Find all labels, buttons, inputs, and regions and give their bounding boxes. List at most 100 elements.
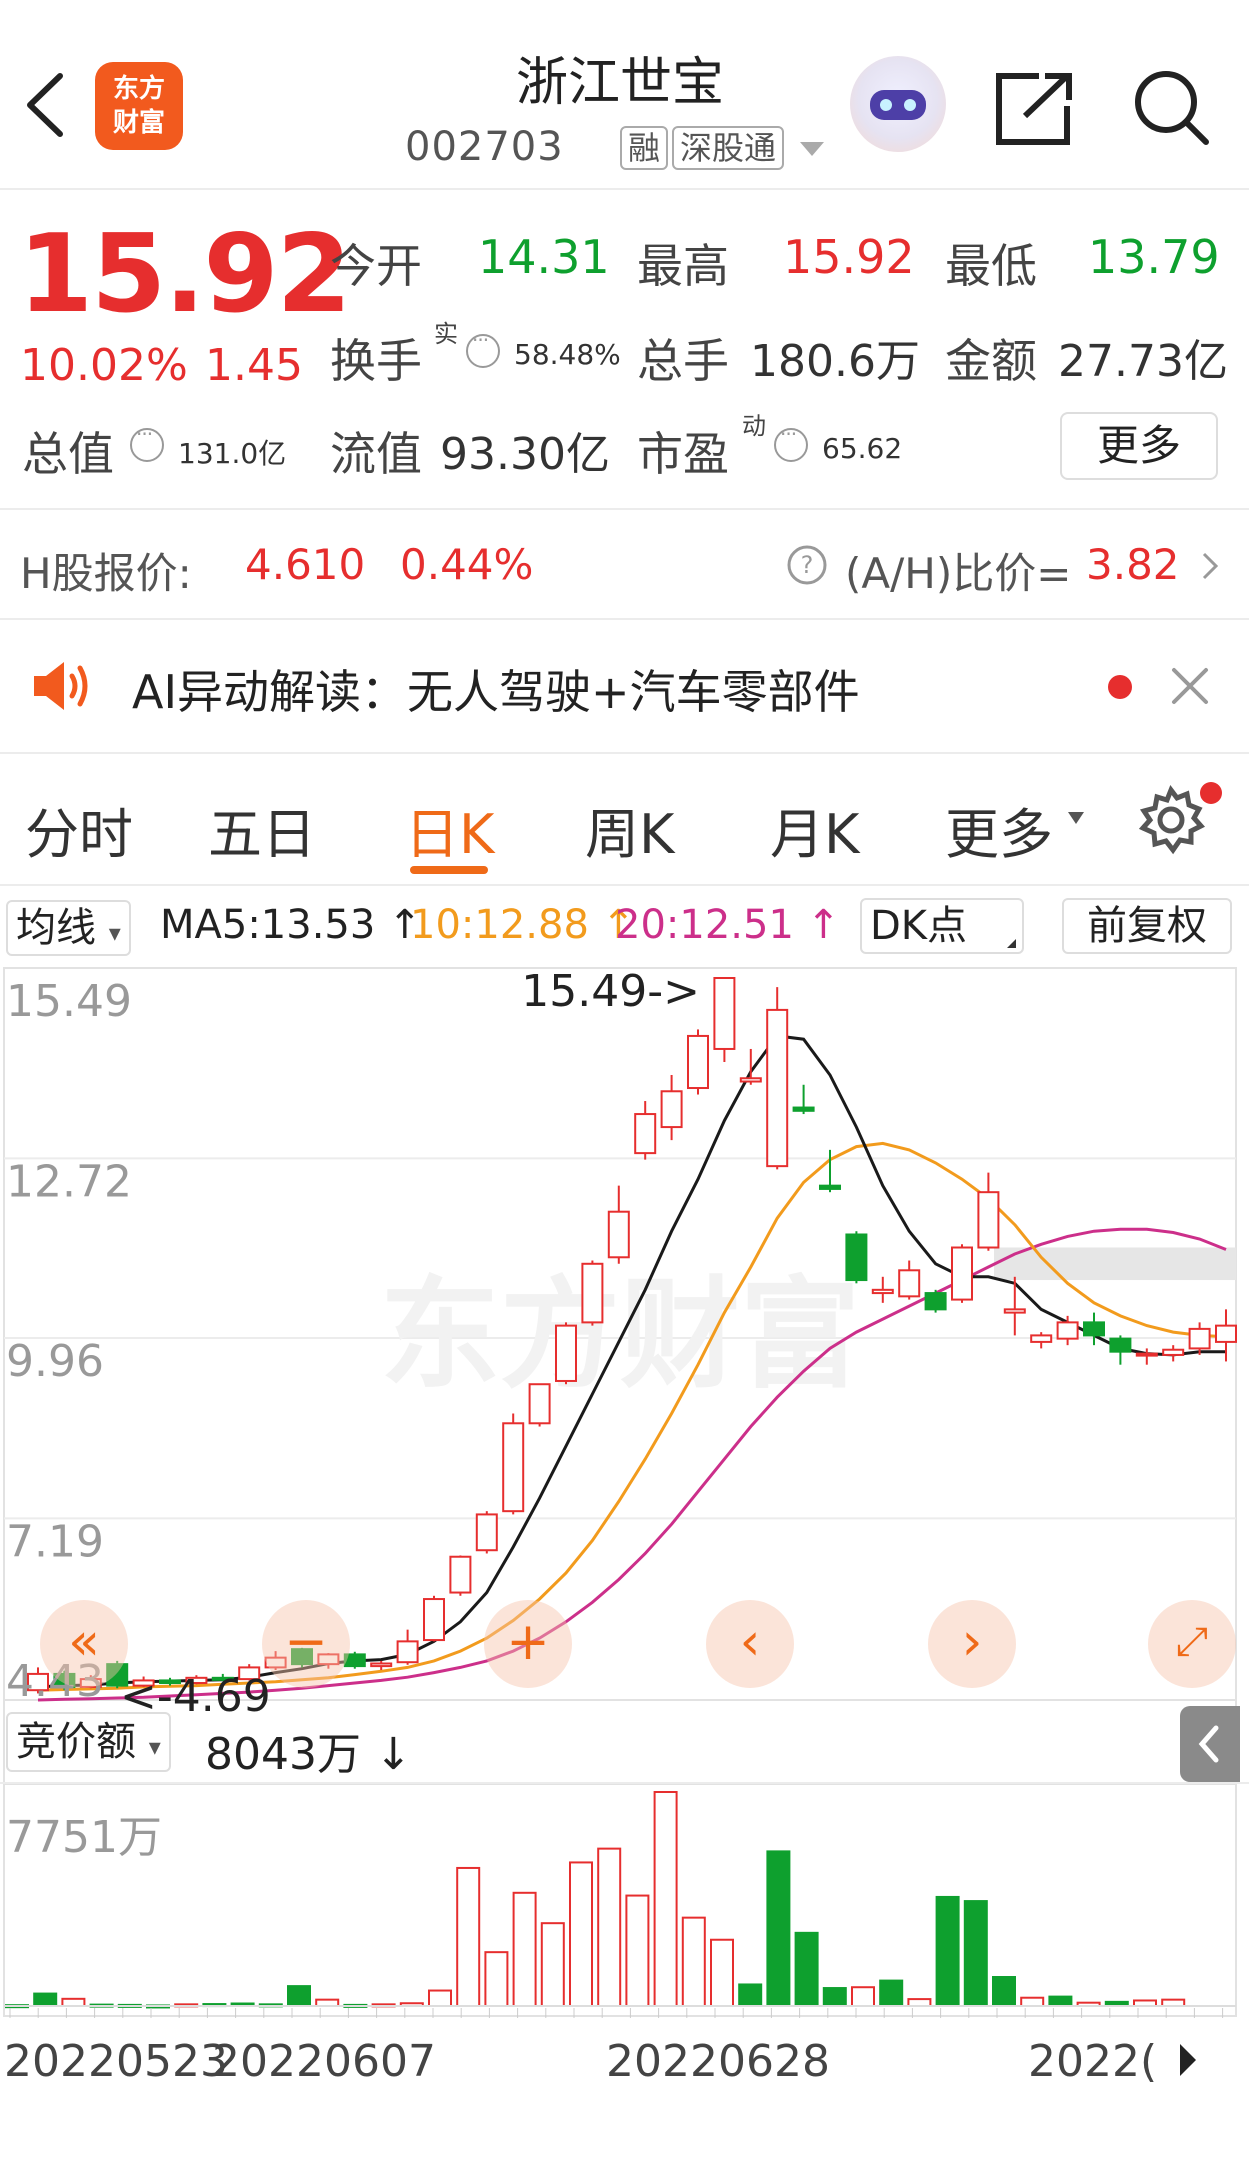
candle — [528, 1383, 551, 1427]
candle — [766, 987, 789, 1170]
caret-down-icon — [1068, 812, 1084, 824]
volume-bar — [879, 1979, 904, 2008]
ma5-label: MA5:13.53 ↑ — [160, 902, 422, 948]
h-share-label: H股报价: — [20, 549, 192, 598]
ma-select[interactable]: 均线 ▾ — [6, 900, 131, 956]
candle-body — [370, 1662, 393, 1668]
candle — [845, 1231, 868, 1284]
candle — [871, 1276, 894, 1303]
ma-select-label: 均线 — [16, 905, 96, 951]
h-share-row[interactable]: H股报价: 4.610 0.44% (A/H)比价= 3.82 — [0, 510, 1249, 620]
volume-bar — [484, 1951, 509, 2008]
h-share-percent: 0.44% — [400, 540, 534, 589]
volume-bar — [33, 1992, 58, 2008]
candle-body — [1030, 1334, 1053, 1343]
dk-point-button[interactable]: DK点 — [860, 898, 1024, 954]
corner-icon — [1007, 939, 1016, 948]
candle — [792, 1084, 815, 1115]
close-icon[interactable] — [1168, 664, 1212, 708]
tab-more[interactable]: 更多 — [945, 790, 1053, 869]
low-label: 最低 — [945, 239, 1037, 293]
candle-body — [819, 1184, 841, 1190]
active-tab-indicator — [410, 866, 488, 874]
candle-body — [449, 1555, 472, 1594]
ma10-line — [37, 1141, 1227, 1692]
back-icon[interactable] — [20, 70, 70, 140]
share-icon[interactable] — [995, 70, 1075, 146]
tab-weekly-k[interactable]: 周K — [585, 790, 674, 869]
tab-intraday[interactable]: 分时 — [25, 790, 133, 869]
candle — [475, 1511, 498, 1554]
candle-body — [1083, 1321, 1105, 1337]
more-quote-button[interactable]: 更多 — [1060, 412, 1218, 480]
candle-body — [581, 1262, 604, 1324]
volume-bar — [710, 1938, 734, 2008]
x-tick-label: 2022( — [1028, 2036, 1157, 2087]
turnover-value: 58.48% — [514, 338, 621, 371]
candle — [898, 1260, 921, 1300]
candle-body — [687, 1034, 709, 1090]
volume-select[interactable]: 竞价额 ▾ — [6, 1712, 171, 1772]
volume-bar — [738, 1983, 763, 2008]
candle — [1188, 1322, 1211, 1355]
candle — [502, 1413, 525, 1515]
expand-icon[interactable]: ⤢ — [1148, 1600, 1236, 1688]
high-label: 最高 — [637, 239, 729, 293]
change-percent: 10.02% — [20, 340, 188, 391]
side-panel-toggle[interactable] — [1180, 1706, 1240, 1782]
turnover-sup: 实 — [434, 320, 458, 348]
amount-label: 金额 — [945, 334, 1037, 388]
tab-daily-k[interactable]: 日K — [405, 790, 494, 869]
candle-body — [739, 1077, 762, 1083]
candle — [1030, 1332, 1053, 1349]
candle-body — [951, 1246, 973, 1301]
info-more-icon[interactable] — [466, 328, 500, 368]
caret-down-icon: ▾ — [108, 919, 121, 947]
cost-band — [994, 1247, 1236, 1281]
chevron-right-icon — [1202, 552, 1219, 580]
help-icon[interactable]: ? — [786, 544, 828, 586]
candle-body — [1056, 1321, 1079, 1340]
candle-body — [1003, 1308, 1026, 1314]
volume-bar — [625, 1894, 650, 2007]
volume-label: 总手 — [637, 334, 729, 388]
tab-five-day[interactable]: 五日 — [208, 790, 316, 869]
ai-assistant-icon[interactable] — [850, 56, 946, 152]
volume-bar — [287, 1985, 311, 2008]
candle-body — [1135, 1352, 1158, 1357]
gear-icon[interactable] — [1135, 784, 1207, 856]
tab-monthly-k[interactable]: 月K — [770, 790, 859, 869]
candle-body — [634, 1113, 657, 1155]
open-value: 14.31 — [478, 230, 610, 284]
y-tick-label: 15.49 — [6, 976, 132, 1027]
connect-tag: 深股通 — [672, 126, 785, 170]
scroll-left-button[interactable]: ‹ — [706, 1600, 794, 1688]
float-value: 93.30亿 — [440, 429, 610, 480]
zoom-in-button[interactable]: + — [484, 1600, 572, 1688]
candle — [396, 1629, 419, 1665]
scroll-right-button[interactable]: › — [928, 1600, 1016, 1688]
volume-bar — [794, 1931, 819, 2008]
candle-body — [898, 1269, 921, 1298]
volume-bar — [1048, 1995, 1073, 2007]
kline-chart[interactable]: 东方财富 15.4912.729.967.194.43 15.49-><-4.6… — [0, 966, 1249, 2166]
candle — [1109, 1335, 1132, 1365]
scroll-start-button[interactable]: « — [40, 1600, 128, 1688]
info-more-icon[interactable] — [130, 422, 164, 462]
zoom-out-button[interactable]: − — [262, 1600, 350, 1688]
stock-code: 002703 — [405, 124, 564, 170]
volume-bar — [851, 1986, 875, 2007]
candle-body — [1162, 1348, 1185, 1356]
candle-body — [475, 1513, 498, 1552]
volume-bar — [681, 1916, 706, 2007]
chevron-left-icon — [1198, 1725, 1219, 1763]
search-icon[interactable] — [1130, 66, 1212, 148]
float-label: 流值 — [330, 427, 422, 481]
chevron-down-icon[interactable] — [800, 142, 824, 156]
volume-value: 8043万 ↓ — [205, 1729, 412, 1780]
adjust-button[interactable]: 前复权 — [1062, 898, 1232, 954]
volume-bar — [963, 1900, 988, 2008]
info-more-icon[interactable] — [774, 422, 808, 462]
candle-body — [871, 1288, 894, 1295]
candle-body — [423, 1598, 445, 1642]
